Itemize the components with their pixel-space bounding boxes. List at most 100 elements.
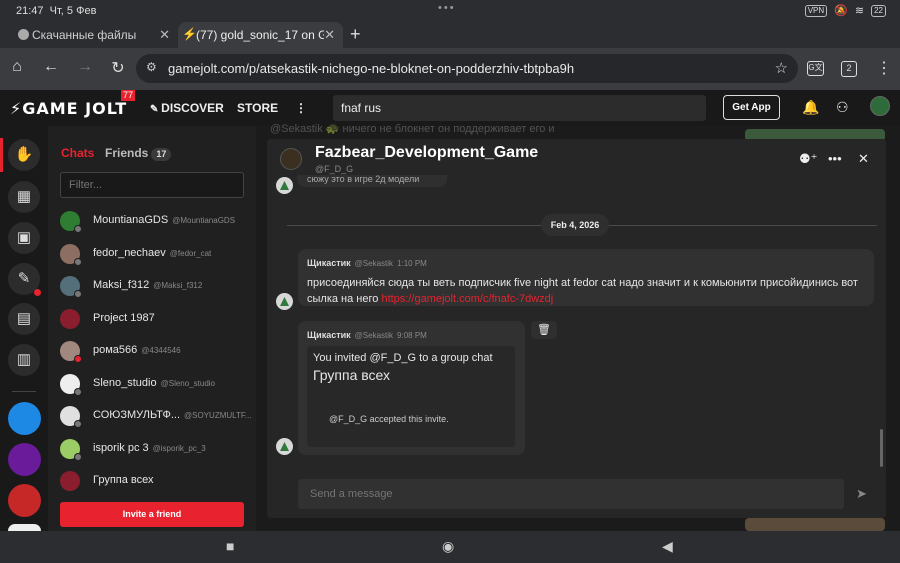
date-divider: Feb 4, 2026 <box>267 212 886 238</box>
close-tab-icon[interactable]: ✕ <box>159 27 170 43</box>
group-invite-card[interactable]: You invited @F_D_G to a group chat Групп… <box>307 346 515 447</box>
new-tab-button[interactable]: + <box>350 24 361 45</box>
library-icon[interactable]: ▤ <box>8 303 40 335</box>
system-nav-bar: ■ ◉ ◀ <box>0 531 900 563</box>
send-icon[interactable]: ➤ <box>856 486 867 502</box>
friend-name: fedor_nechaev @fedor_cat <box>93 246 212 259</box>
chat-title[interactable]: Fazbear_Development_Game <box>315 144 538 162</box>
date-pill: Feb 4, 2026 <box>541 214 609 236</box>
get-app-button[interactable]: Get App <box>723 95 780 120</box>
message-list: сюжу это в игре 2д модели Feb 4, 2026 Щи… <box>267 175 886 469</box>
chat-username: @F_D_G <box>315 164 354 174</box>
add-member-icon[interactable]: ⚉⁺ <box>799 151 818 167</box>
backpack-icon[interactable]: ▣ <box>8 222 40 254</box>
message-avatar[interactable] <box>276 177 293 194</box>
rail-divider <box>12 391 36 392</box>
message-scrollbar[interactable] <box>880 429 883 467</box>
friend-username: @Sleno_studio <box>160 378 215 388</box>
tab-chats[interactable]: Chats <box>61 146 94 160</box>
discover-icon: ✎ <box>150 104 162 115</box>
friends-icon[interactable]: ⚇ <box>836 99 849 116</box>
message-bubble[interactable]: Щикастик @Sekastik 1:10 PM присоединяйся с… <box>298 249 874 306</box>
notification-count-badge: 77 <box>121 90 136 101</box>
chat-icon[interactable]: ✋ <box>8 139 40 171</box>
chat-avatar[interactable] <box>280 148 302 170</box>
nav-store[interactable]: STORE <box>237 101 278 115</box>
reload-icon[interactable]: ↻ <box>107 58 129 78</box>
forward-icon[interactable]: → <box>74 58 96 76</box>
friend-item[interactable]: рома566 @4344546 <box>60 337 250 367</box>
left-rail: ✋ ▦ ▣ ✎ ▤ ▥ <box>0 126 48 531</box>
bookshelf-icon[interactable]: ▥ <box>8 344 40 376</box>
community-avatar-2[interactable] <box>8 443 41 476</box>
tab-friends[interactable]: Friends 17 <box>105 146 172 161</box>
browser-toolbar: ⌂ ← → ↻ ⚙ gamejolt.com/p/atsekastik-nich… <box>0 48 900 90</box>
browser-tab-gamejolt[interactable]: ⚡ (77) gold_sonic_17 on Game ✕ <box>178 22 343 48</box>
chat-options-icon[interactable]: ••• <box>828 151 842 166</box>
message-input[interactable] <box>298 479 844 509</box>
chat-header: Fazbear_Development_Game @F_D_G ⚉⁺ ••• ✕ <box>267 139 886 179</box>
delete-message-icon[interactable]: 🗑 <box>531 321 557 339</box>
url-text: gamejolt.com/p/atsekastik-nichego-ne-blo… <box>168 61 575 76</box>
friend-item[interactable]: MountianaGDS @MountianaGDS <box>60 207 250 237</box>
wifi-icon: ≋ <box>854 5 865 17</box>
status-dot <box>74 387 82 396</box>
filter-input[interactable] <box>60 172 244 198</box>
message-avatar[interactable] <box>276 293 293 310</box>
friend-username: @4344546 <box>141 346 181 355</box>
friend-username: @MountianaGDS <box>172 216 236 225</box>
friend-username: @fedor_cat <box>169 248 212 258</box>
battery-icon: 22 <box>871 4 886 17</box>
close-chat-icon[interactable]: ✕ <box>858 151 869 167</box>
friend-item[interactable]: Project 1987 <box>60 305 250 335</box>
message-avatar[interactable] <box>276 438 293 455</box>
bookmark-star-icon[interactable]: ☆ <box>775 59 788 77</box>
invite-text: You invited @F_D_G to a group chat <box>313 352 493 364</box>
home-nav-icon[interactable]: ◉ <box>442 538 454 555</box>
friend-item[interactable]: isporik pc 3 @isporik_pc_3 <box>60 435 250 465</box>
chrome-favicon-icon <box>18 29 29 40</box>
user-avatar[interactable] <box>870 96 890 116</box>
store-icon[interactable]: ▦ <box>8 181 40 213</box>
invite-friend-button[interactable]: Invite a friend <box>60 502 244 527</box>
community-avatar-1[interactable] <box>8 402 41 435</box>
notification-dot <box>34 289 41 296</box>
gamejolt-logo[interactable]: ⚡GAME JOLT <box>10 99 127 118</box>
back-nav-icon[interactable]: ◀ <box>662 538 673 555</box>
gamejolt-favicon-icon: ⚡ <box>182 27 197 41</box>
nav-discover[interactable]: ✎ DISCOVER <box>150 101 224 115</box>
friend-item[interactable]: Maksi_f312 @Maksi_f312 <box>60 272 250 302</box>
site-search-input[interactable]: fnaf rus <box>333 95 706 121</box>
friend-item[interactable]: Sleno_studio @Sleno_studio <box>60 370 250 400</box>
friend-item[interactable]: СОЮЗМУЛЬТФ... @SOYUZMULTF... <box>60 402 252 432</box>
chat-sidebar: Chats Friends17 MountianaGDS@MountianaGD… <box>48 126 256 531</box>
community-avatar-4[interactable] <box>8 524 41 531</box>
more-menu-icon[interactable]: ⋮ <box>295 101 307 115</box>
friend-username: @SOYUZMULTF... <box>184 411 252 420</box>
tab-switcher-button[interactable]: 2 <box>841 61 857 77</box>
friend-item[interactable]: Группа всех <box>60 467 250 497</box>
bell-icon[interactable]: 🔔 <box>802 99 819 116</box>
browser-tab-downloads[interactable]: Скачанные файлы ✕ <box>14 22 178 48</box>
status-dot <box>74 355 82 363</box>
close-tab-icon[interactable]: ✕ <box>324 27 335 43</box>
vpn-icon: VPN <box>804 4 828 17</box>
invite-message-bubble[interactable]: Щикастик @Sekastik 9:08 PM You invited @F_… <box>298 321 525 455</box>
status-dot <box>74 257 82 266</box>
friend-avatar <box>60 471 80 491</box>
message-text: присоединяйся сюда ты веть подписчик fiv… <box>307 277 858 305</box>
friend-name: Группа всех <box>93 474 154 486</box>
community-avatar-3[interactable] <box>8 484 41 517</box>
back-icon[interactable]: ← <box>40 58 62 76</box>
site-settings-icon[interactable]: ⚙ <box>146 60 157 74</box>
community-link[interactable]: https://gamejolt.com/c/fnafc-7dwzdj <box>381 293 553 305</box>
translate-icon[interactable]: G文 <box>807 61 824 76</box>
message-author: Щикастик @Sekastik 9:08 PM <box>307 330 427 340</box>
address-bar[interactable]: ⚙ gamejolt.com/p/atsekastik-nichego-ne-b… <box>136 54 798 83</box>
friend-item[interactable]: fedor_nechaev @fedor_cat <box>60 240 250 270</box>
friend-avatar <box>60 308 80 329</box>
recents-icon[interactable]: ■ <box>226 538 234 554</box>
home-icon[interactable]: ⌂ <box>6 58 28 76</box>
browser-menu-icon[interactable]: ⋮ <box>876 58 892 78</box>
system-status-bar: 21:47 Чт, 5 Фев ••• VPN 🔕 ≋ 22 <box>0 0 900 22</box>
